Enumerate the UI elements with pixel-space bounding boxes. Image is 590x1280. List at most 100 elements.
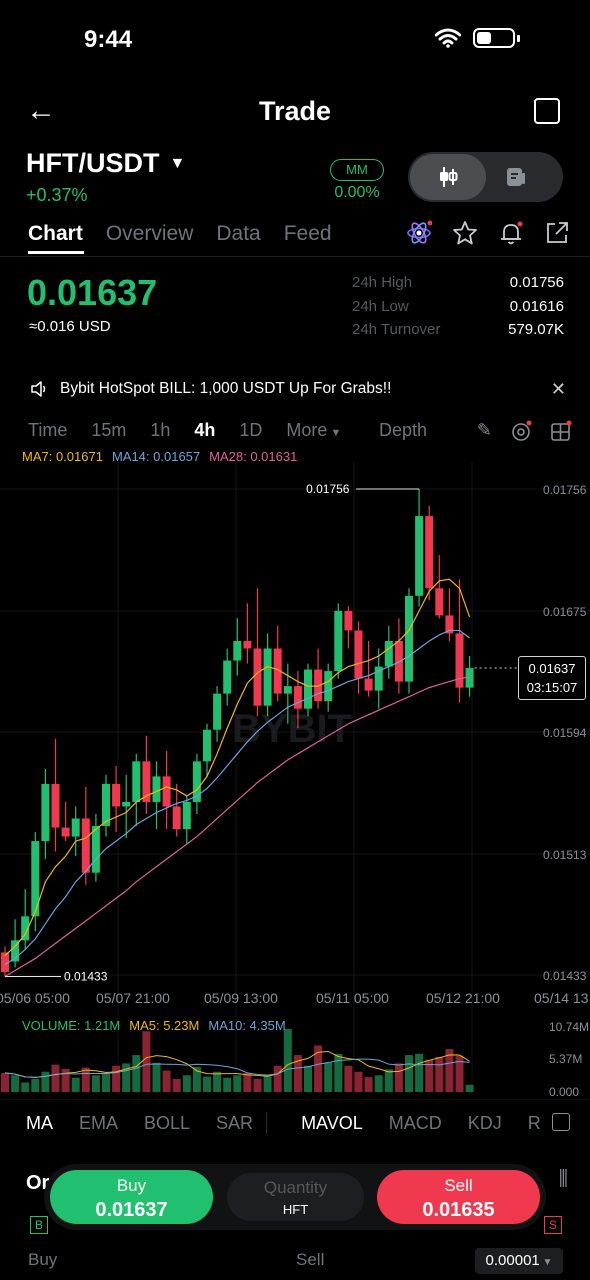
quantity-button[interactable]: Quantity HFT: [227, 1173, 364, 1221]
orderbook-chart-icon[interactable]: ⫼: [559, 1168, 568, 1191]
candle-countdown: 03:15:07: [526, 680, 578, 695]
candle-body: [344, 610, 353, 631]
volume-bar: [102, 1072, 110, 1092]
candle-body: [384, 640, 393, 667]
precision-select[interactable]: 0.00001 ▼: [475, 1248, 563, 1274]
indicator-ma[interactable]: MA: [26, 1113, 53, 1134]
volume-bar: [223, 1077, 232, 1092]
indicator-mavol[interactable]: MAVOL: [301, 1113, 363, 1134]
volume-ma5-legend: MA5: 5.23M: [129, 1018, 200, 1033]
indicator-expand-icon[interactable]: [552, 1113, 570, 1131]
candle-body: [253, 648, 262, 706]
x-tick-label: 05/06 05:00: [0, 990, 70, 1006]
candle-body: [223, 660, 232, 694]
volume-bar: [405, 1055, 413, 1092]
volume-bar: [41, 1071, 50, 1092]
buy-price: 0.01637: [95, 1199, 168, 1221]
indicator-boll[interactable]: BOLL: [144, 1113, 190, 1134]
volume-y-tick-label: 10.74M: [549, 1020, 589, 1034]
quantity-unit: HFT: [282, 1202, 309, 1217]
buy-button[interactable]: Buy 0.01637: [50, 1170, 213, 1224]
volume-bar: [243, 1072, 252, 1092]
current-price-tag: 0.01637 03:15:07: [518, 656, 586, 700]
y-tick-label: 0.01594: [543, 726, 587, 740]
candle-body: [324, 671, 333, 702]
volume-bar: [21, 1082, 30, 1092]
candle-body: [172, 806, 181, 830]
volume-bar: [384, 1069, 393, 1092]
candlestick-chart[interactable]: BYBIT 0.01756 0.01675 0.01594 0.01513 0.01433…: [0, 0, 590, 1100]
sell-button[interactable]: Sell 0.01635: [377, 1170, 540, 1224]
volume-bar: [354, 1071, 363, 1092]
volume-legend-value: VOLUME: 1.21M: [22, 1018, 121, 1033]
candle-body: [405, 595, 413, 682]
candle-body: [304, 669, 312, 709]
x-tick-label: 05/09 13:00: [204, 990, 278, 1006]
volume-bar: [253, 1078, 262, 1092]
y-tick-label: 0.01513: [543, 848, 587, 862]
candle-body: [354, 630, 363, 679]
volume-bar: [182, 1075, 191, 1092]
volume-bar: [233, 1075, 242, 1092]
orderbook-buy-header: Buy: [28, 1250, 58, 1269]
y-tick-label: 0.01433: [543, 969, 587, 983]
volume-bar: [304, 1065, 312, 1092]
volume-y-tick-label: 5.37M: [549, 1052, 582, 1066]
orderbook-sell-header: Sell: [296, 1250, 325, 1269]
volume-y-tick-label: 0.000: [549, 1085, 579, 1099]
volume-bar: [132, 1055, 141, 1092]
buy-marker: B: [30, 1216, 48, 1234]
volume-bar: [283, 1028, 292, 1092]
candle-body: [233, 640, 242, 661]
candle-body: [152, 776, 161, 802]
candle-body: [364, 678, 373, 691]
indicator-ema[interactable]: EMA: [79, 1113, 118, 1134]
x-tick-label: 05/12 21:00: [426, 990, 500, 1006]
candle-body: [51, 783, 60, 828]
candle-body: [435, 588, 444, 616]
volume-ma10-legend: MA10: 4.35M: [208, 1018, 286, 1033]
volume-legend: VOLUME: 1.21M MA5: 5.23M MA10: 4.35M: [22, 1018, 286, 1033]
candle-body: [132, 761, 141, 802]
candle-body: [283, 686, 292, 694]
candle-body: [112, 783, 121, 807]
volume-bar: [152, 1062, 161, 1092]
candle-body: [243, 640, 252, 649]
candle-body: [182, 801, 191, 830]
volume-bar: [112, 1065, 121, 1092]
candle-body: [162, 776, 171, 807]
volume-bar: [81, 1067, 90, 1092]
sell-label: Sell: [444, 1176, 473, 1195]
volume-bar: [394, 1063, 403, 1092]
volume-bar: [11, 1075, 20, 1092]
x-tick-label: 05/14 13: [534, 990, 589, 1006]
volume-bar: [435, 1056, 444, 1092]
sell-marker: S: [544, 1216, 562, 1234]
volume-bar: [91, 1075, 100, 1092]
volume-bar: [334, 1053, 343, 1092]
candle-body: [71, 818, 80, 837]
indicator-macd[interactable]: MACD: [389, 1113, 442, 1134]
indicator-kdj[interactable]: KDJ: [468, 1113, 502, 1134]
volume-bar: [172, 1078, 181, 1092]
volume-bar: [465, 1084, 474, 1092]
volume-bar: [364, 1077, 373, 1092]
candle-body: [41, 783, 50, 842]
candle-body: [334, 610, 343, 672]
buy-label: Buy: [116, 1176, 147, 1195]
high-marker-label: 0.01756: [306, 482, 350, 496]
candle-body: [213, 693, 222, 730]
volume-bar: [213, 1071, 222, 1092]
volume-bar: [374, 1075, 383, 1092]
current-price-value: 0.01637: [528, 661, 576, 676]
volume-bar: [263, 1076, 272, 1092]
quantity-label: Quantity: [263, 1178, 328, 1197]
volume-bar: [415, 1053, 424, 1092]
indicator-sar[interactable]: SAR: [216, 1113, 253, 1134]
indicator-separator: [266, 1112, 267, 1134]
volume-bar: [122, 1063, 131, 1092]
candle-body: [293, 686, 302, 709]
indicator-rsi[interactable]: R: [528, 1113, 541, 1134]
precision-value: 0.00001: [485, 1252, 540, 1269]
watermark: BYBIT: [232, 707, 352, 751]
